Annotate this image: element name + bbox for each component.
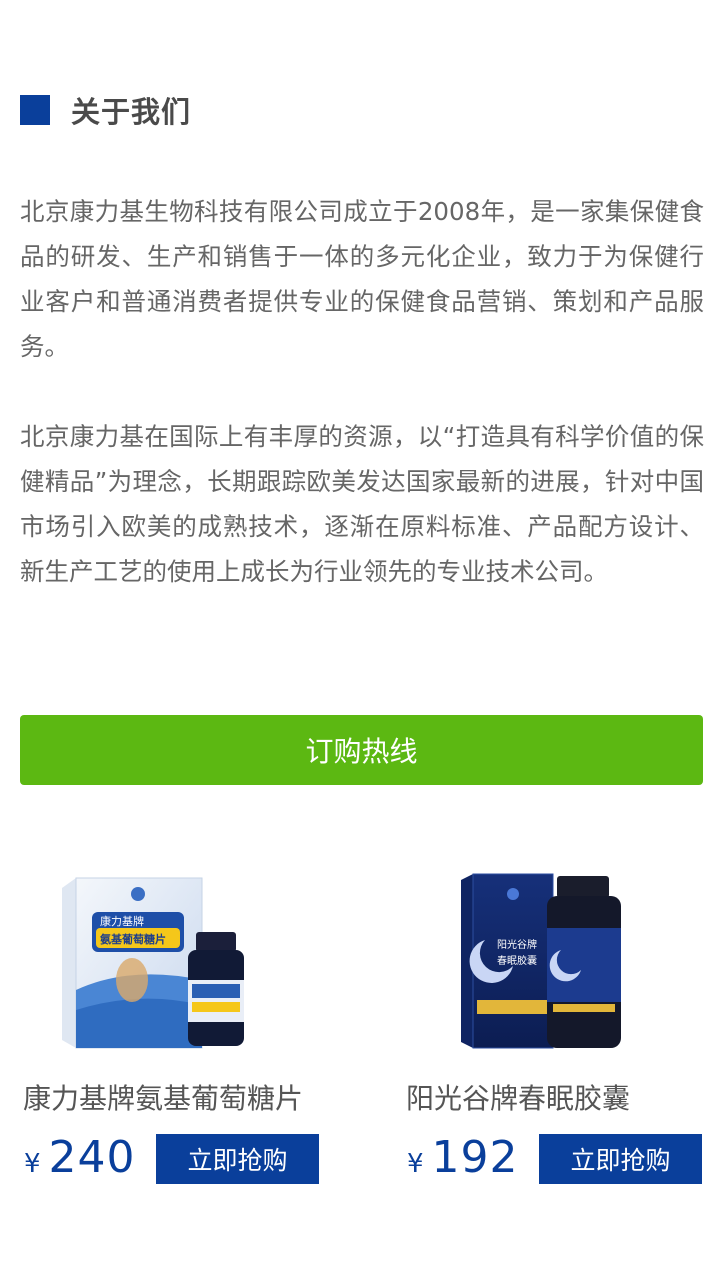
intro-paragraph-1: 北京康力基生物科技有限公司成立于2008年，是一家集保健食品的研发、生产和销售于… xyxy=(20,197,704,361)
glucosamine-box-image: 康力基牌 氨基葡萄糖片 xyxy=(62,877,244,1049)
box-label-brand: 康力基牌 xyxy=(100,914,144,928)
price-amount: 240 xyxy=(48,1132,136,1183)
section-title: 关于我们 xyxy=(71,95,192,129)
box-label-product: 春眠胶囊 xyxy=(497,954,537,967)
product-card: 康力基牌 氨基葡萄糖片 康力基牌氨基葡萄糖片 ¥ 240 立即抢购 xyxy=(20,870,320,1184)
intro-paragraph-2: 北京康力基在国际上有丰厚的资源，以“打造具有科学价值的保健精品”为理念，长期跟踪… xyxy=(20,422,704,586)
box-label-brand: 阳光谷牌 xyxy=(497,938,537,951)
order-hotline-button[interactable]: 订购热线 xyxy=(20,715,703,785)
price-amount: 192 xyxy=(431,1132,519,1183)
product-card: 阳光谷牌 春眠胶囊 阳光谷牌春眠胶囊 ¥ 192 立即抢购 xyxy=(403,870,703,1184)
section-marker xyxy=(20,95,50,125)
price-row: ¥ 192 立即抢购 xyxy=(403,1132,703,1186)
price-row: ¥ 240 立即抢购 xyxy=(20,1132,320,1186)
product-price: ¥ 192 xyxy=(407,1132,519,1183)
buy-now-button[interactable]: 立即抢购 xyxy=(156,1134,319,1184)
product-price: ¥ 240 xyxy=(24,1132,136,1183)
buy-now-button[interactable]: 立即抢购 xyxy=(539,1134,702,1184)
box-label-product: 氨基葡萄糖片 xyxy=(100,932,166,946)
sleep-capsule-box-image: 阳光谷牌 春眠胶囊 xyxy=(461,873,621,1049)
product-image[interactable]: 阳光谷牌 春眠胶囊 xyxy=(453,870,673,1055)
product-name[interactable]: 阳光谷牌春眠胶囊 xyxy=(403,1077,703,1117)
about-section-header: 关于我们 xyxy=(20,92,192,129)
about-intro: 北京康力基生物科技有限公司成立于2008年，是一家集保健食品的研发、生产和销售于… xyxy=(20,189,704,639)
product-image[interactable]: 康力基牌 氨基葡萄糖片 xyxy=(60,870,280,1055)
product-name[interactable]: 康力基牌氨基葡萄糖片 xyxy=(20,1077,320,1117)
currency-symbol: ¥ xyxy=(407,1149,424,1179)
currency-symbol: ¥ xyxy=(24,1149,41,1179)
